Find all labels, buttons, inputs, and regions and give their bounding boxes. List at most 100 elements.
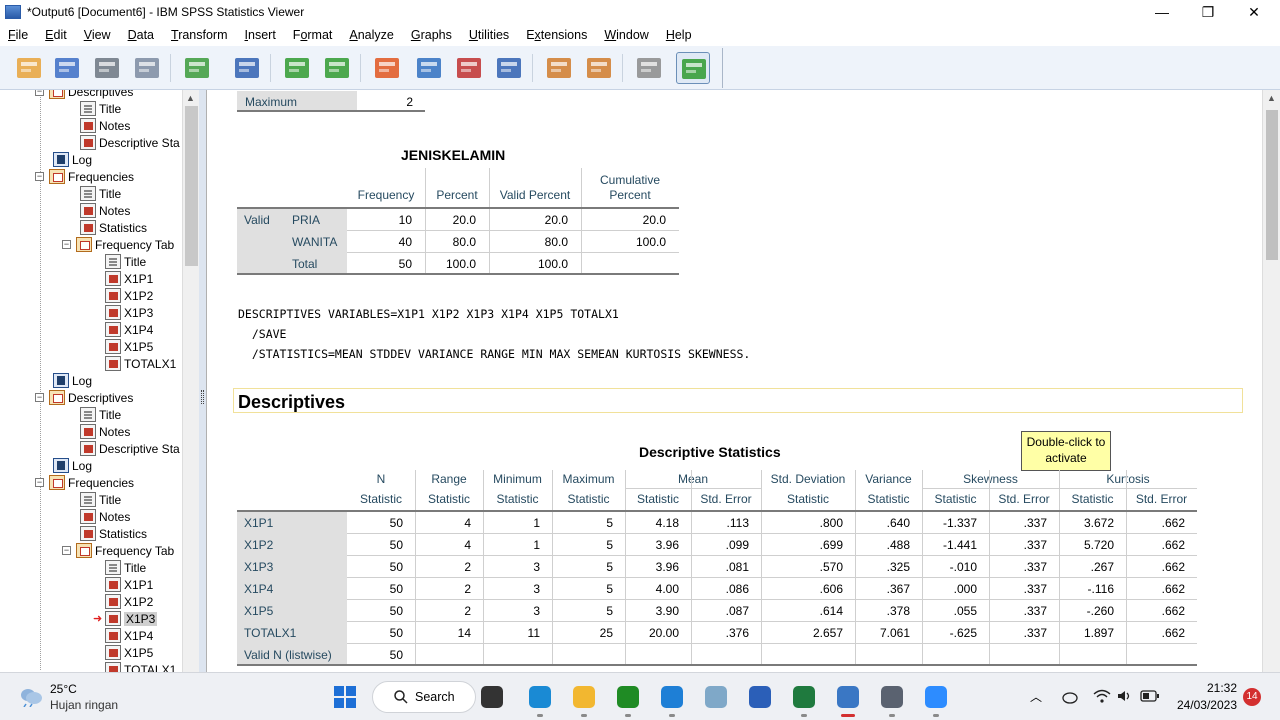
menu-transform[interactable]: Transform (163, 28, 237, 42)
outline-node[interactable]: X1P2 (105, 593, 153, 610)
clock-date[interactable]: 24/03/2023 (1170, 698, 1237, 712)
menu-analyze[interactable]: Analyze (341, 28, 402, 42)
search-box[interactable]: Search (372, 681, 476, 713)
collapse-icon[interactable]: − (62, 546, 71, 555)
menu-utilities[interactable]: Utilities (461, 28, 518, 42)
menu-insert[interactable]: Insert (237, 28, 285, 42)
outline-node[interactable]: − Descriptives (35, 389, 133, 406)
outline-node[interactable]: − Frequency Tab (62, 236, 174, 253)
outline-scroll-thumb[interactable] (185, 106, 198, 266)
outline-node[interactable]: Notes (80, 202, 130, 219)
cortana-icon[interactable] (702, 683, 730, 711)
pane-splitter[interactable] (199, 90, 206, 672)
excel-icon[interactable] (790, 683, 818, 711)
task-view-icon[interactable] (478, 683, 506, 711)
open-icon[interactable] (12, 52, 46, 84)
outline-scrollbar[interactable]: ▲ (182, 90, 199, 672)
weather-desc[interactable]: Hujan ringan (50, 698, 118, 712)
xbox-icon[interactable] (614, 683, 642, 711)
outline-node[interactable]: Log (53, 457, 92, 474)
collapse-icon[interactable]: − (35, 478, 44, 487)
outline-pane[interactable]: − Descriptives Title Notes Descriptive Sta Lo… (0, 90, 199, 672)
outline-node[interactable]: X1P2 (105, 287, 153, 304)
outline-node[interactable]: Notes (80, 508, 130, 525)
start-icon[interactable] (331, 683, 359, 711)
collapse-icon[interactable]: − (62, 240, 71, 249)
content-scroll-thumb[interactable] (1266, 110, 1278, 260)
print-preview-icon[interactable] (130, 52, 164, 84)
spss-icon[interactable] (834, 683, 862, 711)
outline-node[interactable]: X1P1 (105, 270, 153, 287)
volume-icon[interactable] (1116, 688, 1134, 704)
export-icon[interactable] (180, 52, 214, 84)
close-button[interactable]: ✕ (1231, 0, 1277, 24)
menu-extensions[interactable]: Extensions (518, 28, 596, 42)
section-heading-frame[interactable] (233, 388, 1243, 413)
outline-node[interactable]: TOTALX1 (105, 355, 176, 372)
clock-time[interactable]: 21:32 (1180, 681, 1237, 695)
save-icon[interactable] (50, 52, 84, 84)
outline-node[interactable]: Log (53, 372, 92, 389)
outline-node[interactable]: Title (105, 559, 146, 576)
menu-help[interactable]: Help (658, 28, 701, 42)
minimize-button[interactable]: — (1139, 0, 1185, 24)
outline-node[interactable]: X1P5 (105, 644, 153, 661)
menu-data[interactable]: Data (120, 28, 163, 42)
redo-icon[interactable] (320, 52, 354, 84)
notification-badge[interactable]: 14 (1243, 688, 1261, 706)
print-icon[interactable] (90, 52, 124, 84)
menu-edit[interactable]: Edit (37, 28, 76, 42)
zoom-icon[interactable] (922, 683, 950, 711)
scroll-up-icon[interactable]: ▲ (186, 93, 195, 103)
add-icon[interactable] (676, 52, 710, 84)
outline-node[interactable]: Statistics (80, 219, 147, 236)
splitter-grip-icon[interactable] (201, 390, 204, 404)
edge-icon[interactable] (526, 683, 554, 711)
outline-node[interactable]: X1P5 (105, 338, 153, 355)
goto-variable-icon[interactable] (452, 52, 486, 84)
outline-node[interactable]: Descriptive Sta (80, 134, 180, 151)
undo-icon[interactable] (280, 52, 314, 84)
outline-node[interactable]: Descriptive Sta (80, 440, 180, 457)
restore-button[interactable]: ❐ (1185, 0, 1231, 24)
goto-case-icon[interactable] (412, 52, 446, 84)
hide-icon[interactable] (632, 52, 666, 84)
scroll-up-icon[interactable]: ▲ (1267, 93, 1276, 103)
file-explorer-icon[interactable] (570, 683, 598, 711)
cloud-sync-icon[interactable] (1061, 689, 1079, 705)
menu-window[interactable]: Window (596, 28, 657, 42)
outline-node[interactable]: Title (80, 406, 121, 423)
collapse-icon[interactable]: − (35, 90, 44, 96)
insert-output-icon[interactable] (542, 52, 576, 84)
designate-window-icon[interactable] (582, 52, 616, 84)
outline-node[interactable]: − Frequency Tab (62, 542, 174, 559)
collapse-icon[interactable]: − (35, 172, 44, 181)
output-content-pane[interactable]: Maximum 2 JENISKELAMIN Frequency Percent Vali… (206, 90, 1262, 672)
menu-file[interactable]: File (0, 28, 37, 42)
outline-node[interactable]: X1P4 (105, 627, 153, 644)
outline-node[interactable]: − Frequencies (35, 474, 134, 491)
menu-view[interactable]: View (76, 28, 120, 42)
outline-node[interactable]: Title (80, 100, 121, 117)
variables-icon[interactable] (492, 52, 526, 84)
outline-node[interactable]: Log (53, 151, 92, 168)
outline-node[interactable]: X1P1 (105, 576, 153, 593)
outline-node[interactable]: Title (105, 253, 146, 270)
outline-node[interactable]: Notes (80, 117, 130, 134)
goto-data-icon[interactable] (370, 52, 404, 84)
outline-node[interactable]: Title (80, 491, 121, 508)
outline-node[interactable]: Title (80, 185, 121, 202)
battery-icon[interactable] (1140, 690, 1160, 702)
collapse-icon[interactable]: − (35, 393, 44, 402)
recall-dialog-icon[interactable] (230, 52, 264, 84)
word-icon[interactable] (746, 683, 774, 711)
outline-node[interactable]: X1P4 (105, 321, 153, 338)
menu-format[interactable]: Format (285, 28, 342, 42)
content-scrollbar[interactable]: ▲ (1262, 90, 1280, 672)
weather-cloud-icon[interactable] (18, 685, 44, 707)
chevron-up-icon[interactable]: ︿ (1030, 688, 1042, 705)
outline-node[interactable]: TOTALX1 (105, 661, 176, 672)
store-icon[interactable] (658, 683, 686, 711)
settings-icon[interactable] (878, 683, 906, 711)
wifi-icon[interactable] (1093, 688, 1111, 704)
